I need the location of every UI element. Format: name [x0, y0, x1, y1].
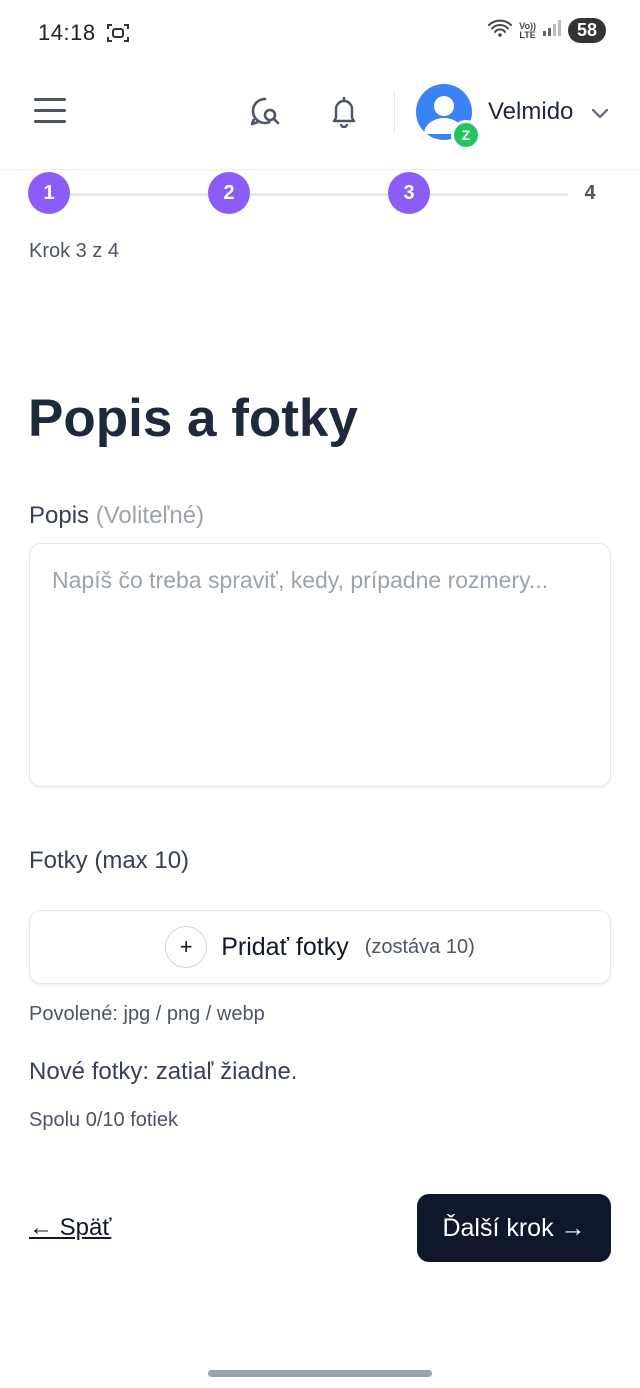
step-connector — [250, 193, 388, 196]
new-photos-status: Nové fotky: zatiaľ žiadne. — [29, 1058, 298, 1085]
bell-icon[interactable] — [328, 94, 360, 129]
chevron-down-icon[interactable] — [590, 106, 610, 120]
chat-search-icon[interactable] — [248, 94, 282, 128]
home-indicator[interactable] — [208, 1370, 432, 1377]
step-1: 1 — [28, 172, 70, 214]
photos-total: Spolu 0/10 fotiek — [29, 1109, 178, 1131]
description-label: Popis (Voliteľné) — [29, 502, 205, 529]
allowed-formats: Povolené: jpg / png / webp — [29, 1003, 265, 1025]
header-divider — [394, 90, 395, 134]
step-4: 4 — [584, 182, 596, 204]
app-header: Z Velmido — [0, 76, 640, 170]
signal-icon — [542, 19, 562, 42]
photos-remaining: (zostáva 10) — [364, 935, 475, 958]
add-photos-label: Pridať fotky — [221, 932, 349, 961]
optional-hint: (Voliteľné) — [95, 502, 205, 529]
status-bar: 14:18 Vo)) LTE 58 — [0, 0, 640, 68]
step-connector — [70, 193, 208, 196]
step-connector — [430, 193, 568, 196]
add-photos-button[interactable]: + Pridať fotky (zostáva 10) — [29, 910, 611, 984]
plus-icon: + — [165, 926, 208, 968]
screenshot-icon — [106, 22, 130, 44]
next-step-button[interactable]: Ďalší krok → — [417, 1194, 611, 1262]
step-caption: Krok 3 z 4 — [29, 240, 120, 262]
progress-stepper: 1 2 3 4 — [28, 172, 612, 216]
step-3: 3 — [388, 172, 430, 214]
volte-indicator: Vo)) LTE — [519, 20, 536, 40]
photos-label: Fotky (max 10) — [29, 847, 190, 874]
battery-indicator: 58 — [568, 18, 606, 43]
step-2: 2 — [208, 172, 250, 214]
back-link[interactable]: ← Späť — [29, 1214, 111, 1242]
page-title: Popis a fotky — [28, 389, 358, 448]
username[interactable]: Velmido — [488, 98, 573, 126]
hamburger-menu-icon[interactable] — [34, 98, 66, 128]
status-time: 14:18 — [38, 20, 96, 45]
avatar-badge: Z — [451, 120, 481, 150]
description-textarea[interactable] — [29, 543, 611, 787]
wifi-icon — [487, 18, 513, 43]
